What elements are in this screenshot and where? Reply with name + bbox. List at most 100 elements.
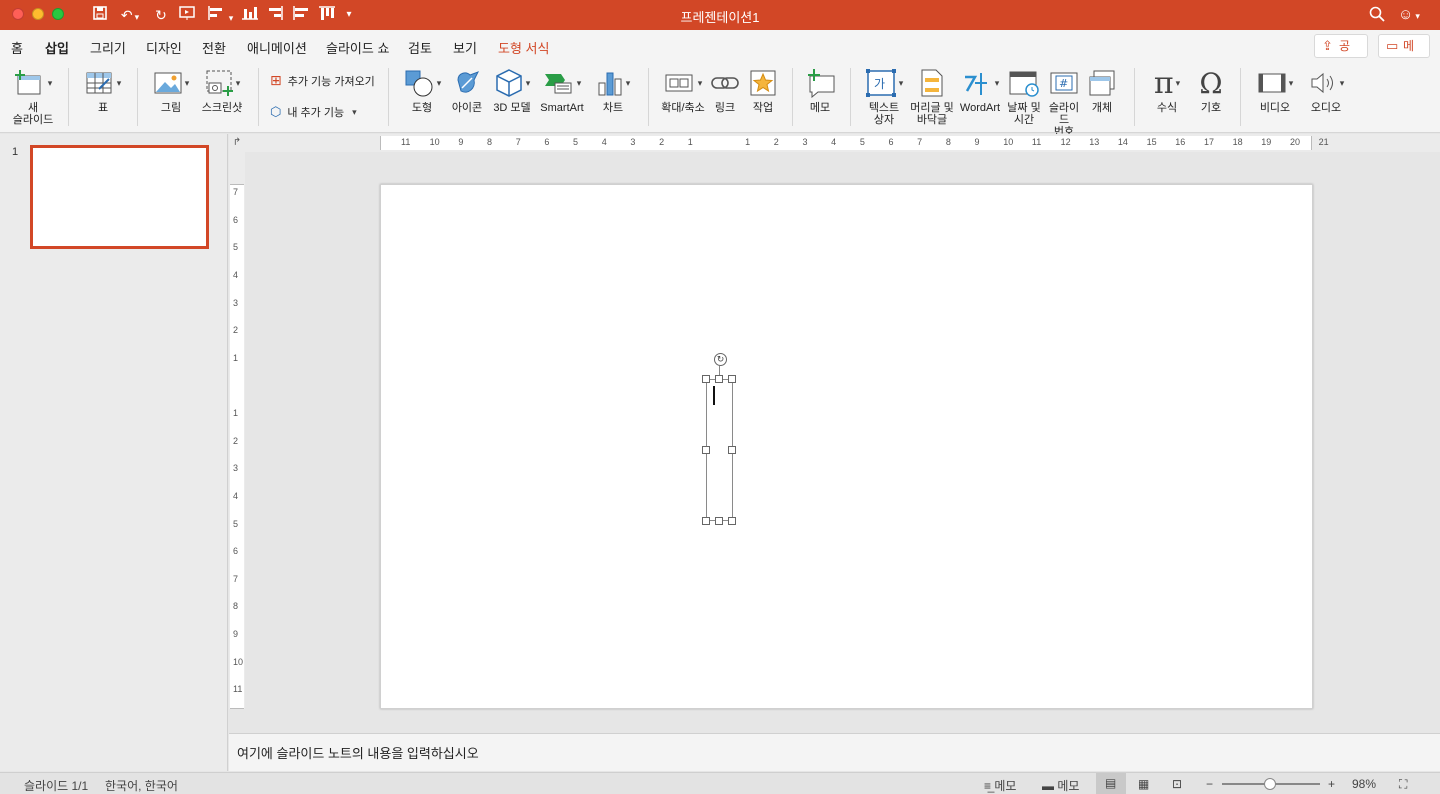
language-status[interactable]: 한국어, 한국어	[105, 777, 178, 794]
action-button[interactable]: 작업	[746, 66, 780, 114]
textbox-button[interactable]: 가 ▾ 텍스트 상자	[860, 66, 908, 126]
tab-draw[interactable]: 그리기	[90, 38, 126, 57]
ruler-tick-label: 6	[233, 214, 239, 225]
ruler-tick-label: 7	[233, 187, 239, 197]
video-button[interactable]: ▾ 비디오	[1252, 66, 1298, 114]
action-star-icon	[746, 66, 780, 100]
tab-transitions[interactable]: 전환	[202, 38, 226, 57]
resize-handle-n[interactable]	[715, 375, 723, 383]
ruler-tick-label: 5	[233, 518, 239, 529]
ruler-tick-label: 9	[233, 629, 239, 640]
shapes-icon: ▾	[398, 66, 446, 100]
resize-handle-s[interactable]	[715, 517, 723, 525]
symbol-button[interactable]: Ω 기호	[1194, 66, 1228, 115]
status-bar: 슬라이드 1/1 한국어, 한국어 ≡̲ 메모 ▬ 메모 ▤ ▦ ⊡ − + 9…	[0, 772, 1440, 794]
share-button[interactable]: ⇪ 공유	[1314, 34, 1368, 75]
shapes-button[interactable]: ▾ 도형	[398, 66, 446, 114]
tab-review[interactable]: 검토	[408, 38, 432, 57]
link-button[interactable]: 링크	[708, 66, 742, 114]
rotate-handle-icon[interactable]: ↻	[714, 353, 727, 366]
new-comment-button[interactable]: 메모	[802, 66, 838, 114]
resize-handle-w[interactable]	[702, 446, 710, 454]
pi-icon: π ▾	[1153, 65, 1181, 101]
get-addins-button[interactable]: ⊞ 추가 기능 가져오기	[270, 72, 375, 89]
film-icon: ▾	[1252, 66, 1298, 100]
presenter-view-icon[interactable]: ⊡	[1172, 777, 1182, 791]
comments-toggle-button[interactable]: ▬ 메모	[1042, 777, 1079, 794]
ruler-tick-label: 1	[233, 408, 239, 419]
resize-handle-ne[interactable]	[728, 375, 736, 383]
video-label: 비디오	[1259, 102, 1291, 114]
ribbon-insert: ▾ 새 슬라이드 ▾ 표 ▾ 그림 ▾ 스크린샷 ⊞ 추가 기능 가져오기 ⬡ …	[0, 60, 1440, 138]
separator	[648, 68, 649, 126]
slide-canvas[interactable]	[380, 184, 1313, 709]
table-button[interactable]: ▾ 표	[80, 66, 126, 114]
icons-button[interactable]: 아이콘	[448, 66, 486, 114]
slide-sorter-view-icon[interactable]: ▦	[1138, 777, 1149, 791]
audio-label: 오디오	[1310, 102, 1342, 114]
equation-button[interactable]: π ▾ 수식	[1144, 65, 1190, 115]
picture-button[interactable]: ▾ 그림	[148, 66, 194, 114]
resize-handle-sw[interactable]	[702, 517, 710, 525]
ruler-tick-label: 1	[745, 137, 751, 147]
ruler-tick-label: 8	[945, 137, 951, 147]
chart-label: 차트	[602, 102, 624, 114]
my-addins-button[interactable]: ⬡ 내 추가 기능 ▾	[270, 104, 357, 120]
wordart-button[interactable]: ▾ WordArt	[956, 66, 1004, 114]
zoom-in-button[interactable]: +	[1328, 777, 1335, 791]
resize-handle-e[interactable]	[728, 446, 736, 454]
zoom-slider-knob[interactable]	[1264, 778, 1276, 790]
fit-to-window-icon[interactable]: ⛶	[1399, 777, 1407, 792]
window-title: 프레젠테이션1	[680, 10, 760, 25]
smiley-icon[interactable]: ☺ ▾	[1398, 5, 1420, 26]
ruler-tick-label: 3	[630, 137, 636, 147]
tab-view[interactable]: 보기	[453, 38, 477, 57]
resize-handle-nw[interactable]	[702, 375, 710, 383]
separator	[388, 68, 389, 126]
normal-view-icon: ▤	[1105, 776, 1117, 790]
ruler-tick-label: 19	[1261, 137, 1272, 147]
zoom-out-button[interactable]: −	[1206, 777, 1213, 791]
normal-view-button[interactable]: ▤	[1096, 773, 1126, 794]
header-footer-button[interactable]: 머리글 및 바닥글	[910, 66, 954, 126]
notes-pane[interactable]: 여기에 슬라이드 노트의 내용을 입력하십시오	[229, 733, 1440, 771]
icons-label: 아이콘	[451, 102, 483, 114]
ruler-corner-icon[interactable]: ↱	[229, 134, 245, 152]
date-time-button[interactable]: 날짜 및 시간	[1004, 66, 1044, 126]
slide-number-button[interactable]: # 슬라이드 번호	[1044, 66, 1084, 138]
resize-handle-se[interactable]	[728, 517, 736, 525]
slide-thumbnail[interactable]	[30, 145, 209, 249]
horizontal-ruler-track: 11 10 9 8 7 6 5 4 3 2 1 1 2 3 4 5 6 7 8 9 10 11 12 13 14 15 16 17 18…	[380, 136, 1329, 150]
3d-models-button[interactable]: ▾ 3D 모델	[490, 66, 534, 114]
zoom-percent[interactable]: 98%	[1352, 777, 1376, 791]
ruler-tick-label: 18	[1232, 137, 1243, 147]
chart-button[interactable]: ▾ 차트	[592, 66, 634, 114]
horizontal-ruler[interactable]: 11 10 9 8 7 6 5 4 3 2 1 1 2 3 4 5 6 7 8 9 10 11 12 13 14 15 16 17 18…	[245, 134, 1440, 152]
zoom-button[interactable]: ▾ 확대/축소	[658, 66, 708, 114]
tab-home[interactable]: 홈	[11, 38, 23, 57]
search-icon[interactable]	[1368, 5, 1386, 29]
ruler-tick-label: 10	[1003, 137, 1014, 147]
audio-button[interactable]: ▾ 오디오	[1302, 66, 1350, 114]
chart-icon: ▾	[592, 66, 634, 100]
smartart-button[interactable]: ▾ SmartArt	[536, 66, 588, 114]
notes-icon: ≡̲	[984, 779, 992, 793]
tab-shape-format[interactable]: 도형 서식	[498, 38, 549, 57]
ruler-tick-label: 11	[1031, 137, 1042, 147]
vertical-ruler[interactable]: 7 6 5 4 3 2 1 1 2 3 4 5 6 7 8 9 10 11	[229, 152, 245, 709]
new-slide-button[interactable]: ▾ 새 슬라이드	[8, 66, 58, 126]
textbox-icon: 가 ▾	[860, 66, 908, 100]
tab-slideshow[interactable]: 슬라이드 쇼	[326, 38, 389, 57]
tab-design[interactable]: 디자인	[146, 38, 182, 57]
comments-button[interactable]: ▭ 메모	[1378, 34, 1430, 75]
ruler-tick-label: 8	[233, 601, 239, 612]
ruler-tick-label: 4	[233, 269, 239, 280]
tab-animations[interactable]: 애니메이션	[247, 38, 307, 57]
object-button[interactable]: 개체	[1084, 66, 1120, 114]
notes-toggle-button[interactable]: ≡̲ 메모	[984, 777, 1016, 794]
title-bar: ↶ ▾ ↻ ▾ ▾ 프레젠테이션1 ☺ ▾	[0, 0, 1440, 30]
ruler-tick-label: 20	[1289, 137, 1300, 147]
tab-insert[interactable]: 삽입	[45, 38, 69, 63]
calendar-clock-icon	[1004, 66, 1044, 100]
screenshot-button[interactable]: ▾ 스크린샷	[198, 66, 246, 114]
